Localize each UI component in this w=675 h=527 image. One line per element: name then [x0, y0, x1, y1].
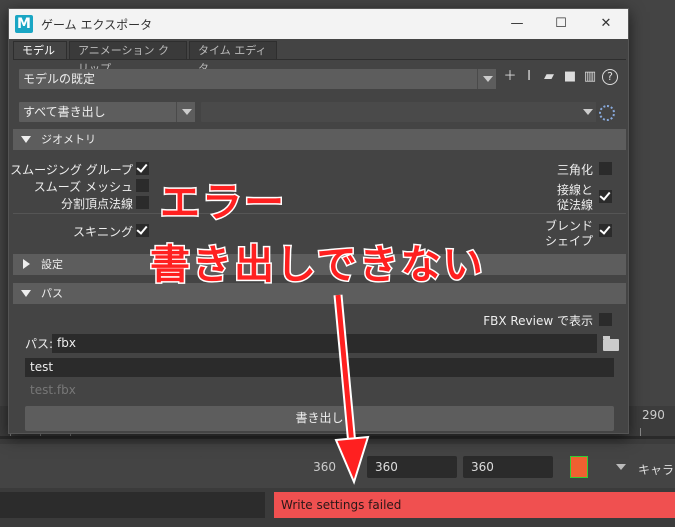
tangents-binormals-checkbox[interactable] [599, 190, 612, 203]
export-selection-dropdown[interactable] [201, 102, 596, 122]
timeline-end-label: 290 [642, 408, 665, 422]
chevron-down-icon [477, 69, 496, 89]
playback-end-field[interactable]: 360 [463, 456, 553, 478]
fbx-review-label: FBX Review で表示 [483, 314, 593, 328]
command-input[interactable] [0, 492, 265, 518]
range-end-field[interactable]: 360 [367, 456, 457, 478]
open-folder-icon[interactable]: ▰ [541, 69, 557, 85]
tangents-label-line2: 従法線 [556, 198, 593, 212]
key-icon[interactable] [570, 456, 588, 478]
triangulate-checkbox[interactable] [599, 162, 612, 175]
minimize-button[interactable]: — [503, 13, 531, 35]
path-label: パス: [25, 337, 54, 351]
annotation-cannot-export-text: 書き出しできない [149, 241, 485, 290]
maximize-button[interactable]: ☐ [547, 13, 575, 35]
game-exporter-window: M ゲーム エクスポータ — ☐ ✕ モデル アニメーション クリップ タイム … [8, 8, 629, 434]
tab-animation-clip[interactable]: アニメーション クリップ [69, 41, 187, 75]
export-mode-dropdown[interactable]: すべて書き出し [19, 102, 195, 122]
triangulate-label: 三角化 [556, 163, 593, 177]
folder-icon[interactable] [603, 336, 619, 351]
close-button[interactable]: ✕ [592, 13, 620, 35]
maya-logo-icon: M [15, 15, 33, 33]
smooth-mesh-checkbox[interactable] [136, 179, 149, 192]
smoothing-groups-label: スムージング グループ [10, 163, 133, 177]
expand-arrow-icon [23, 259, 30, 269]
skinning-label: スキニング [72, 225, 133, 239]
blendshapes-checkbox[interactable] [599, 224, 612, 237]
add-preset-icon[interactable]: ＋ [502, 69, 518, 85]
file-preview-text: test.fbx [30, 383, 76, 397]
tab-divider [13, 59, 626, 60]
blendshapes-label-line2: シェイプ [544, 234, 593, 248]
select-objects-icon[interactable] [599, 105, 615, 121]
section-geometry-label: ジオメトリ [41, 133, 96, 146]
character-set-label[interactable]: キャラク [638, 461, 675, 478]
annotation-error-text: エラー [159, 179, 286, 228]
section-geometry[interactable]: ジオメトリ [13, 129, 626, 150]
title-bar[interactable]: M ゲーム エクスポータ — ☐ ✕ [9, 9, 628, 39]
window-title: ゲーム エクスポータ [41, 18, 153, 32]
geometry-divider [13, 213, 626, 214]
tab-model[interactable]: モデル [13, 41, 67, 59]
chevron-down-icon [176, 102, 195, 122]
preset-dropdown[interactable]: モデルの既定 [19, 69, 496, 89]
delete-icon[interactable]: ▥ [582, 69, 598, 85]
save-icon[interactable]: ■ [562, 69, 578, 85]
annotation-arrow [333, 294, 370, 485]
split-vertex-normals-label: 分割頂点法線 [60, 197, 133, 211]
smooth-mesh-label: スムーズ メッシュ [33, 180, 133, 194]
help-icon[interactable]: ? [602, 69, 618, 85]
skinning-checkbox[interactable] [136, 224, 149, 237]
section-settings-label: 設定 [41, 258, 63, 271]
collapse-arrow-icon [21, 136, 31, 143]
chevron-down-icon [578, 102, 596, 122]
section-path-label: パス [41, 287, 63, 300]
smoothing-groups-checkbox[interactable] [136, 162, 149, 175]
command-line: Write settings failed [0, 488, 675, 527]
chevron-down-icon[interactable] [616, 464, 626, 470]
command-error-output: Write settings failed [274, 492, 675, 518]
rename-preset-icon[interactable]: I [521, 69, 537, 85]
collapse-arrow-icon [21, 290, 31, 297]
tab-time-editor[interactable]: タイム エディタ [189, 41, 277, 75]
export-mode-value: すべて書き出し [23, 105, 106, 119]
preset-value: モデルの既定 [23, 72, 96, 86]
fbx-review-checkbox[interactable] [599, 313, 612, 326]
split-vertex-normals-checkbox[interactable] [136, 196, 149, 209]
